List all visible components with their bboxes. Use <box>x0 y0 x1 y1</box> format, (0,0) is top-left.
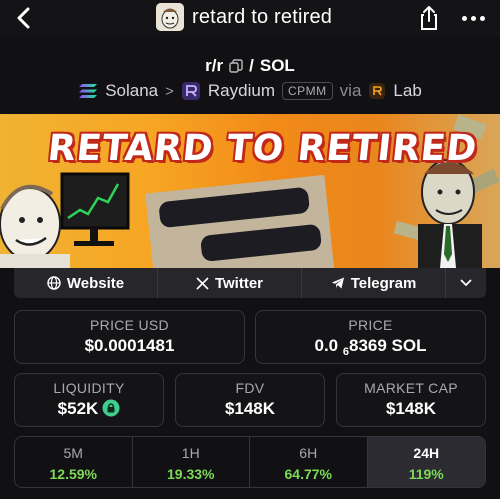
tab-1h[interactable]: 1H 19.33% <box>133 437 250 487</box>
fdv-label: FDV <box>235 380 265 396</box>
pair-base: r/r <box>205 56 224 75</box>
price-suffix: 8369 SOL <box>349 336 427 355</box>
market-cap-card: MARKET CAP $148K <box>336 373 486 427</box>
price-native-label: PRICE <box>348 317 393 333</box>
tab-label: 5M <box>63 445 83 461</box>
chevron-left-icon <box>17 7 30 29</box>
chain-info-row: Solana > Raydium CPMM via Lab <box>0 80 500 102</box>
share-icon <box>421 6 437 30</box>
tab-change-value: 119% <box>408 466 444 482</box>
twitter-button[interactable]: Twitter <box>158 268 302 298</box>
lab-icon <box>369 83 386 99</box>
chevron-down-icon <box>460 279 472 287</box>
more-dot <box>479 15 485 21</box>
price-native-card: PRICE 0.0 68369 SOL <box>255 310 486 364</box>
share-button[interactable] <box>415 4 443 32</box>
price-usd-card: PRICE USD $0.0001481 <box>14 310 245 364</box>
more-dot <box>470 15 476 21</box>
top-nav-bar: retard to retired <box>0 0 500 36</box>
liquidity-value: $52K <box>57 399 99 418</box>
lock-icon[interactable] <box>102 399 120 417</box>
chain-name[interactable]: Solana <box>105 81 158 101</box>
price-usd-label: PRICE USD <box>90 317 169 333</box>
website-button[interactable]: Website <box>14 268 158 298</box>
raydium-icon <box>181 82 200 100</box>
website-label: Website <box>66 274 125 292</box>
price-prefix: 0.0 <box>314 336 339 355</box>
telegram-button[interactable]: Telegram <box>302 268 446 298</box>
back-button[interactable] <box>10 4 38 32</box>
tab-label: 1H <box>181 445 200 461</box>
pool-type-badge: CPMM <box>282 82 333 100</box>
tab-24h[interactable]: 24H 119% <box>367 437 485 487</box>
solana-icon <box>79 84 98 98</box>
banner-headline: RETARD TO RETIRED <box>45 128 480 169</box>
social-links-bar: Website Twitter Telegram <box>14 268 486 298</box>
pair-header: r/r / SOL <box>0 56 500 76</box>
liquidity-label: LIQUIDITY <box>53 380 125 396</box>
price-usd-value: $0.0001481 <box>84 336 175 355</box>
market-cap-value: $148K <box>385 399 437 418</box>
launchpad-name[interactable]: Lab <box>393 81 421 101</box>
copy-icon[interactable] <box>229 59 243 73</box>
fdv-card: FDV $148K <box>175 373 325 427</box>
tab-6h[interactable]: 6H 64.77% <box>250 437 368 487</box>
chevron-right-icon: > <box>165 82 174 100</box>
more-links-dropdown[interactable] <box>446 268 486 298</box>
timeframe-tabs: 5M 12.59% 1H 19.33% 6H 64.77% 24H 119% <box>14 436 486 488</box>
pair-separator: / <box>249 56 254 75</box>
liquidity-value-row: $52K <box>15 399 163 419</box>
fdv-value: $148K <box>224 399 276 418</box>
globe-icon <box>47 276 61 290</box>
market-cap-label: MARKET CAP <box>364 380 458 396</box>
tab-change-value: 19.33% <box>167 466 215 482</box>
tab-label: 6H <box>299 445 318 461</box>
token-avatar <box>156 3 184 31</box>
more-dot <box>461 15 467 21</box>
tab-label: 24H <box>413 445 440 461</box>
token-banner-image: RETARD TO RETIRED <box>0 114 500 268</box>
more-button[interactable] <box>458 6 488 30</box>
via-label: via <box>339 81 362 100</box>
tab-5m[interactable]: 5M 12.59% <box>15 437 133 487</box>
twitter-label: Twitter <box>214 274 264 292</box>
telegram-label: Telegram <box>350 274 417 292</box>
page-title: retard to retired <box>192 5 333 28</box>
tab-change-value: 12.59% <box>49 466 97 482</box>
title-group: retard to retired <box>156 2 332 32</box>
x-icon <box>196 276 209 290</box>
telegram-icon <box>331 277 344 289</box>
dex-name[interactable]: Raydium <box>208 81 275 101</box>
price-native-value: 0.0 68369 SOL <box>256 336 485 358</box>
tab-change-value: 64.77% <box>284 466 332 482</box>
liquidity-card: LIQUIDITY $52K <box>14 373 164 427</box>
pair-quote: SOL <box>259 56 295 75</box>
